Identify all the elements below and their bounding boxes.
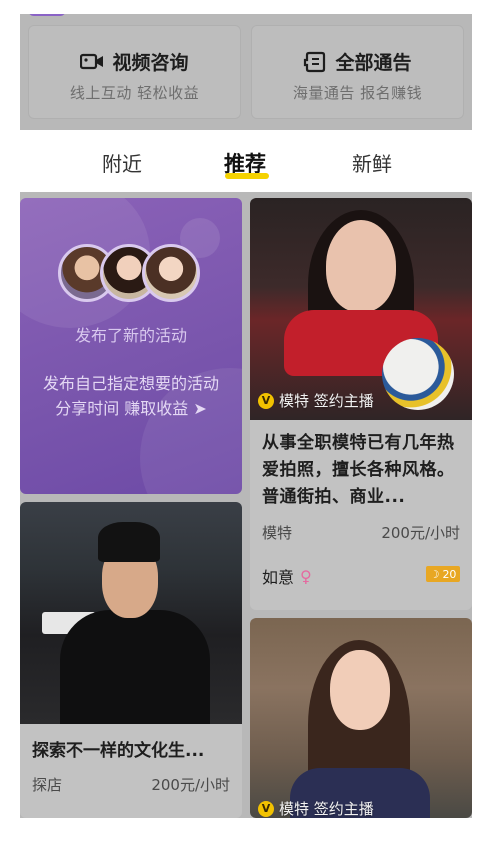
- card-photo: [20, 502, 242, 724]
- promo-line-1: 发布自己指定想要的活动: [42, 374, 219, 393]
- all-notices-subtitle: 海量通告 报名赚钱: [292, 84, 423, 102]
- card-photo: [250, 198, 472, 420]
- photo-shape: [60, 610, 210, 724]
- card-description: 从事全职模特已有几年热爱拍照，擅长各种风格。普通街拍、商业...: [262, 433, 455, 507]
- video-consult-title: 视频咨询: [112, 52, 189, 74]
- publish-activity-banner[interactable]: 发布了新的活动 发布自己指定想要的活动 分享时间 赚取收益 ➤: [20, 198, 242, 494]
- app-frame: 视频咨询 线上互动 轻松收益 全部通告 海量通告 报名赚钱 附近 推荐 新鲜 发…: [0, 0, 492, 844]
- video-consult-title-row: 视频咨询: [29, 48, 240, 75]
- card-category: 探店: [32, 776, 63, 794]
- feed: 发布了新的活动 发布自己指定想要的活动 分享时间 赚取收益 ➤ V 模特 签约主…: [20, 198, 472, 818]
- avatar-group: [58, 244, 218, 310]
- all-notices-card[interactable]: 全部通告 海量通告 报名赚钱: [251, 25, 464, 119]
- card-meta: 模特 200元/小时: [262, 522, 460, 543]
- promo-title: 发布了新的活动: [74, 326, 187, 345]
- level-badge: ☽ 20: [426, 566, 460, 582]
- card-badge-text: 模特 签约主播: [279, 392, 374, 410]
- video-consult-subtitle: 线上互动 轻松收益: [69, 84, 200, 102]
- active-tab-indicator: [225, 173, 269, 179]
- tab-fresh[interactable]: 新鲜: [352, 148, 392, 177]
- feed-card[interactable]: V 模特 签约主播 从事全职模特已有几年热爱拍照，擅长各种风格。普通街拍、商业.…: [250, 198, 472, 610]
- card-price: 200元/小时: [381, 524, 460, 542]
- all-notices-title: 全部通告: [335, 52, 412, 74]
- verified-icon: V: [258, 392, 274, 409]
- level-value: 20: [442, 567, 457, 581]
- promo-line-2: 分享时间 赚取收益 ➤: [55, 399, 207, 418]
- photo-shape: [326, 220, 396, 312]
- tab-bar: 附近 推荐 新鲜: [20, 130, 472, 192]
- photo-shape: [98, 522, 160, 562]
- video-camera-icon: [80, 53, 104, 69]
- service-cards: 视频咨询 线上互动 轻松收益 全部通告 海量通告 报名赚钱: [28, 25, 464, 119]
- female-icon: ♀: [300, 566, 312, 586]
- card-owner[interactable]: 如意 ♀: [262, 564, 312, 588]
- photo-shape: [382, 338, 454, 410]
- card-badge-text: 模特 签约主播: [279, 800, 374, 818]
- top-chip: [28, 14, 66, 16]
- card-badge-row: V 模特 签约主播: [258, 798, 374, 818]
- video-consult-card[interactable]: 视频咨询 线上互动 轻松收益: [28, 25, 241, 119]
- moon-icon: ☽: [429, 567, 440, 581]
- card-meta: 探店 200元/小时: [32, 774, 230, 795]
- card-description: 探索不一样的文化生...: [32, 741, 205, 761]
- feed-card[interactable]: 探索不一样的文化生... 探店 200元/小时: [20, 502, 242, 818]
- owner-name: 如意: [262, 568, 295, 587]
- notice-icon: [304, 51, 326, 72]
- card-photo: [250, 618, 472, 818]
- photo-shape: [330, 650, 390, 730]
- all-notices-title-row: 全部通告: [252, 48, 463, 75]
- tab-nearby[interactable]: 附近: [102, 148, 142, 177]
- avatar: [142, 244, 200, 302]
- feed-card[interactable]: V 模特 签约主播: [250, 618, 472, 818]
- card-badge-row: V 模特 签约主播: [258, 390, 374, 411]
- top-strip: [20, 14, 472, 16]
- verified-icon: V: [258, 800, 274, 817]
- card-category: 模特: [262, 524, 293, 542]
- screen: 视频咨询 线上互动 轻松收益 全部通告 海量通告 报名赚钱 附近 推荐 新鲜 发…: [20, 14, 472, 818]
- card-price: 200元/小时: [151, 776, 230, 794]
